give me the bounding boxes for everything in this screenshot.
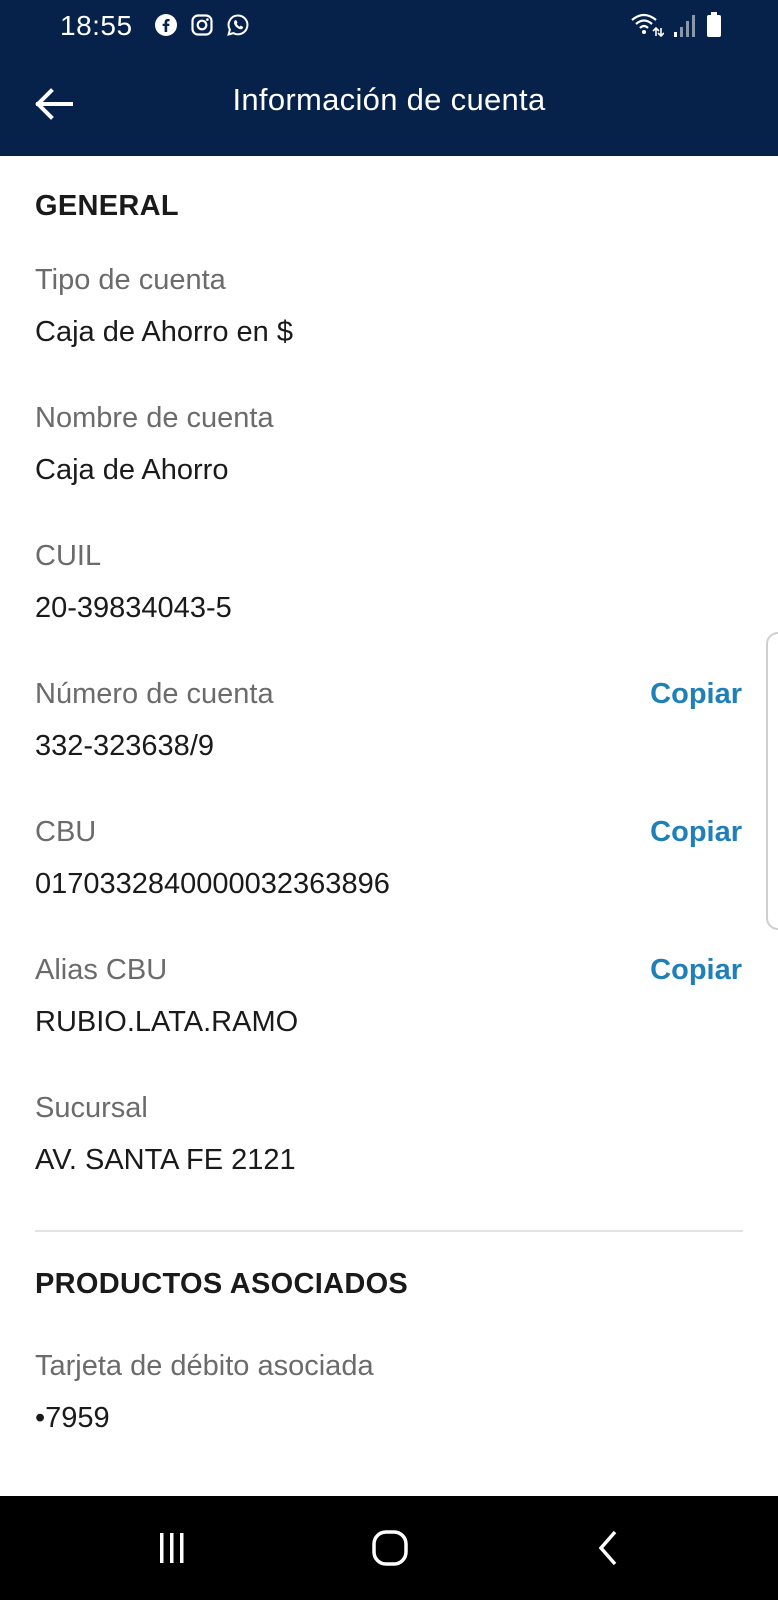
field-value: Caja de Ahorro en $: [35, 316, 293, 348]
status-time: 18:55: [60, 10, 133, 41]
field-value: 0170332840000032363896: [35, 868, 390, 900]
field-label: Nombre de cuenta: [35, 402, 274, 434]
wifi-icon: [631, 13, 664, 38]
instagram-icon: [191, 14, 213, 36]
status-app-icons: [154, 13, 250, 37]
recent-apps-icon: [160, 1533, 184, 1563]
page-title: Información de cuenta: [232, 82, 546, 117]
field-label: Tipo de cuenta: [35, 264, 226, 296]
signal-icon: [674, 15, 695, 37]
field-label: Número de cuenta: [35, 678, 274, 710]
field-value: 20-39834043-5: [35, 592, 232, 624]
recent-apps-button[interactable]: [148, 1524, 196, 1572]
copy-account-number-button[interactable]: Copiar: [650, 678, 742, 711]
field-value: RUBIO.LATA.RAMO: [35, 1006, 299, 1038]
field-value: Caja de Ahorro: [35, 454, 229, 486]
field-label: Sucursal: [35, 1092, 148, 1124]
facebook-icon: [155, 14, 177, 36]
field-label: CUIL: [35, 540, 102, 572]
field-label: CBU: [35, 816, 97, 848]
system-nav-bar: [0, 1496, 778, 1600]
home-icon: [372, 1530, 408, 1566]
section-title-general: GENERAL: [35, 190, 179, 222]
edge-panel-handle[interactable]: [766, 632, 778, 930]
status-indicators: [630, 12, 722, 38]
field-label: Tarjeta de débito asociada: [35, 1350, 374, 1382]
field-value: AV. SANTA FE 2121: [35, 1144, 296, 1176]
field-value: •7959: [35, 1402, 110, 1434]
field-label: Alias CBU: [35, 954, 168, 986]
chevron-left-icon: [598, 1530, 617, 1566]
battery-icon: [707, 12, 721, 37]
whatsapp-icon: [227, 14, 249, 36]
app-bar: Información de cuenta: [0, 50, 778, 156]
section-divider: [35, 1230, 743, 1232]
status-bar: 18:55: [0, 0, 778, 50]
section-title-products: PRODUCTOS ASOCIADOS: [35, 1268, 409, 1300]
copy-alias-button[interactable]: Copiar: [650, 954, 742, 987]
copy-cbu-button[interactable]: Copiar: [650, 816, 742, 849]
home-button[interactable]: [366, 1524, 414, 1572]
field-value: 332-323638/9: [35, 730, 214, 762]
back-nav-button[interactable]: [584, 1524, 632, 1572]
